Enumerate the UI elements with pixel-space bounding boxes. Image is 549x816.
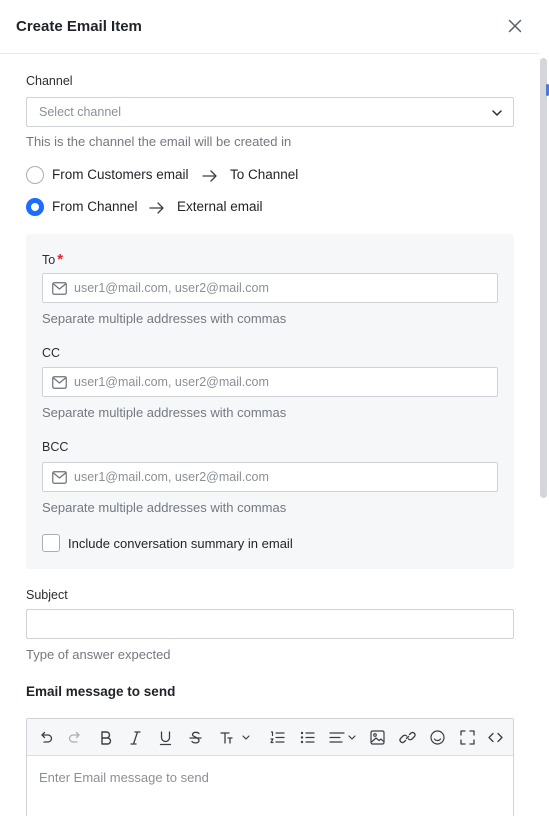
to-help-text: Separate multiple addresses with commas: [42, 311, 287, 326]
code-button[interactable]: [487, 729, 504, 746]
redo-icon: [68, 731, 80, 743]
radio-to-label: External email: [177, 199, 263, 214]
arrow-right-icon: [149, 202, 164, 214]
fullscreen-icon: [460, 730, 475, 745]
message-section-title: Email message to send: [26, 684, 176, 699]
arrow-right-icon: [202, 170, 217, 182]
to-label-text: To: [42, 253, 56, 267]
align-icon: [329, 732, 356, 743]
required-mark: *: [57, 251, 64, 268]
ordered-list-button[interactable]: [269, 729, 286, 746]
bcc-label: BCC: [42, 440, 69, 454]
italic-button[interactable]: [127, 729, 144, 746]
summary-checkbox[interactable]: [42, 534, 60, 552]
strikethrough-button[interactable]: [187, 729, 204, 746]
text-size-dropdown[interactable]: [219, 729, 253, 746]
strikethrough-icon: [189, 731, 202, 744]
subject-input[interactable]: [26, 609, 514, 639]
emoji-icon: [430, 730, 445, 745]
channel-help-text: This is the channel the email will be cr…: [26, 134, 292, 149]
undo-button[interactable]: [37, 729, 54, 746]
image-icon: [370, 730, 385, 745]
dialog-title: Create Email Item: [16, 18, 142, 35]
radio-button-unchecked[interactable]: [26, 166, 44, 184]
bullet-list-button[interactable]: [299, 729, 316, 746]
subject-label: Subject: [26, 588, 68, 602]
radio-from-customers[interactable]: From Customers email To Channel: [26, 166, 326, 186]
cc-email-placeholder: user1@mail.com, user2@mail.com: [74, 375, 269, 389]
bcc-email-input[interactable]: user1@mail.com, user2@mail.com: [42, 462, 498, 492]
mail-icon: [52, 282, 67, 295]
mail-icon: [52, 376, 67, 389]
chevron-down-icon: [492, 110, 502, 116]
message-editor[interactable]: Enter Email message to send: [26, 718, 514, 816]
fullscreen-button[interactable]: [459, 729, 476, 746]
code-icon: [488, 732, 503, 743]
scrollbar-thumb[interactable]: [540, 58, 547, 498]
bold-button[interactable]: [97, 729, 114, 746]
channel-select-placeholder: Select channel: [39, 105, 122, 119]
radio-from-label: From Customers email: [52, 167, 189, 182]
bullet-list-icon: [300, 731, 315, 744]
align-dropdown[interactable]: [329, 729, 359, 746]
bold-icon: [101, 731, 112, 745]
text-size-icon: [220, 732, 250, 744]
to-email-input[interactable]: user1@mail.com, user2@mail.com: [42, 273, 498, 303]
mail-icon: [52, 471, 67, 484]
close-icon: [508, 19, 522, 33]
undo-icon: [41, 731, 53, 743]
bcc-help-text: Separate multiple addresses with commas: [42, 500, 287, 515]
subject-help-text: Type of answer expected: [26, 647, 171, 662]
channel-select[interactable]: Select channel: [26, 97, 514, 127]
cc-email-input[interactable]: user1@mail.com, user2@mail.com: [42, 367, 498, 397]
italic-icon: [130, 731, 141, 745]
radio-from-channel[interactable]: From Channel External email: [26, 198, 286, 218]
close-button[interactable]: [506, 17, 524, 35]
to-label: To *: [42, 251, 63, 268]
link-icon: [399, 731, 416, 744]
link-button[interactable]: [399, 729, 416, 746]
radio-from-label: From Channel: [52, 199, 138, 214]
radio-to-label: To Channel: [230, 167, 299, 182]
underline-button[interactable]: [157, 729, 174, 746]
bcc-email-placeholder: user1@mail.com, user2@mail.com: [74, 470, 269, 484]
cc-label: CC: [42, 346, 61, 360]
summary-checkbox-label[interactable]: Include conversation summary in email: [68, 536, 293, 551]
image-button[interactable]: [369, 729, 386, 746]
cc-help-text: Separate multiple addresses with commas: [42, 405, 287, 420]
emoji-button[interactable]: [429, 729, 446, 746]
redo-button[interactable]: [67, 729, 84, 746]
radio-button-checked[interactable]: [26, 198, 44, 216]
dialog-header: Create Email Item: [0, 0, 539, 54]
to-email-placeholder: user1@mail.com, user2@mail.com: [74, 281, 269, 295]
ordered-list-icon: [270, 731, 285, 744]
message-placeholder: Enter Email message to send: [39, 770, 209, 785]
underline-icon: [159, 731, 172, 746]
channel-label: Channel: [26, 74, 73, 88]
editor-toolbar: [27, 719, 513, 756]
